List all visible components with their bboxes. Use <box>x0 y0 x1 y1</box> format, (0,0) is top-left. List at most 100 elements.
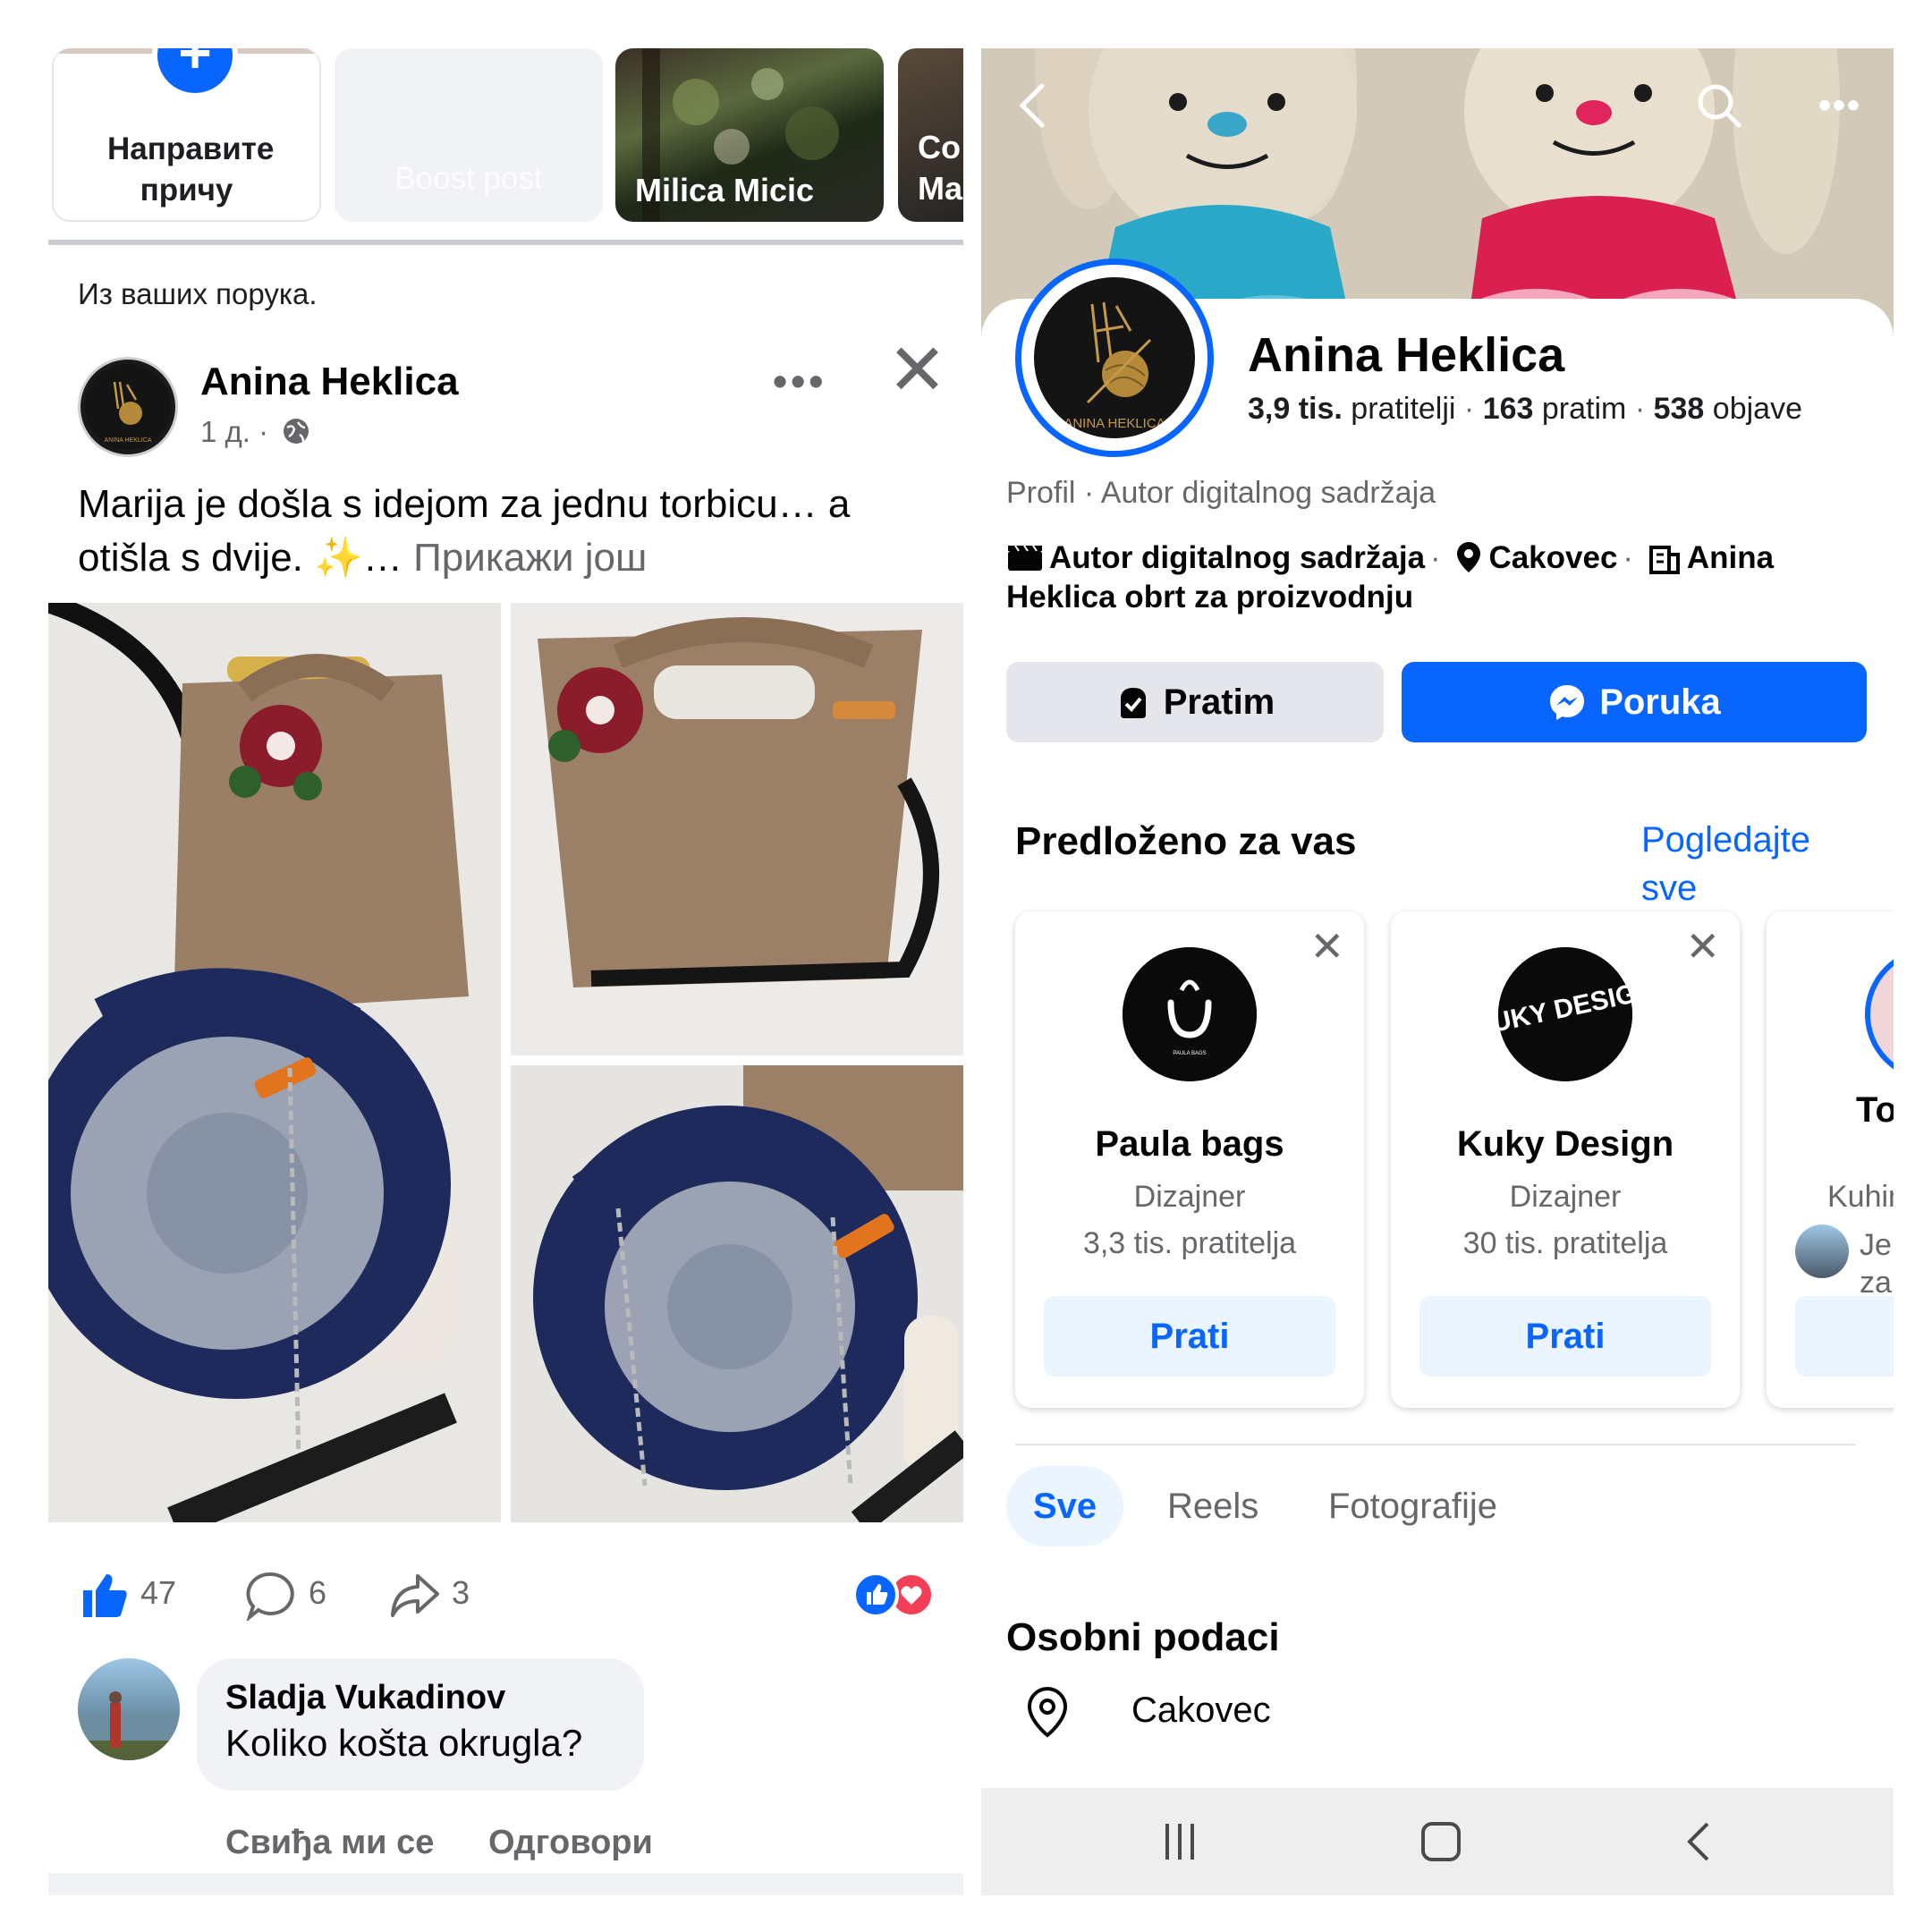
detail-creator: Autor digitalnog sadržaja <box>1049 540 1426 575</box>
system-navigation-bar <box>981 1788 1894 1895</box>
comment-bubble: Sladja Vukadinov Koliko košta okrugla? <box>197 1658 644 1791</box>
svg-text:ANINA HEKLICA: ANINA HEKLICA <box>1063 416 1165 431</box>
profile-panel: ••• ANINA HEKLICA Anina Heklica 3,9 tis.… <box>981 48 1894 1895</box>
profile-logo: ANINA HEKLICA <box>1034 277 1195 438</box>
suggestion-followers: 3,3 tis. pratitelja <box>1082 1226 1297 1260</box>
profile-details: Autor digitalnog sadržaja · Cakovec · Anin… <box>1006 540 1775 614</box>
plus-icon[interactable]: + <box>152 48 238 98</box>
dismiss-icon[interactable]: ✕ <box>1309 922 1344 970</box>
location-icon <box>1457 541 1481 572</box>
detail-city[interactable]: Cakovec <box>1488 540 1617 575</box>
follow-button[interactable]: Prati <box>1044 1296 1335 1377</box>
following-count[interactable]: 163 <box>1483 392 1534 426</box>
search-icon[interactable] <box>1694 80 1744 131</box>
post-photo-1[interactable] <box>48 603 501 1522</box>
more-icon[interactable]: ••• <box>1818 86 1861 126</box>
comment-count: 6 <box>309 1574 327 1611</box>
mutual-avatar <box>1795 1224 1849 1278</box>
post-photo-grid[interactable] <box>48 603 963 1522</box>
post-text: Marija je došla s idejom za jednu torbic… <box>78 478 936 585</box>
svg-text:ANINA HEKLICA: ANINA HEKLICA <box>105 437 152 444</box>
story-create-label: Направите причу <box>107 131 275 208</box>
tab-photos[interactable]: Fotografije <box>1301 1466 1524 1546</box>
messenger-icon <box>1550 685 1585 720</box>
post-author-avatar[interactable]: ANINA HEKLICA <box>78 357 178 457</box>
story-partial-card[interactable]: Co Ma <box>898 48 963 222</box>
feed-bottom-spacer <box>48 1873 963 1895</box>
tab-reels[interactable]: Reels <box>1140 1466 1285 1546</box>
post-photo-3[interactable] <box>511 1065 963 1522</box>
suggestion-name[interactable]: Kuky Design <box>1391 1124 1740 1165</box>
share-count: 3 <box>452 1574 470 1611</box>
suggestion-card-partial[interactable]: To Kuhin Je zai <box>1767 911 1894 1408</box>
following-button[interactable]: Pratim <box>1006 662 1384 742</box>
suggestion-name[interactable]: To <box>1856 1090 1894 1131</box>
profile-stats: 3,9 tis. pratitelji · 163 pratim · 538 o… <box>1248 392 1802 426</box>
profile-name: Anina Heklica <box>1248 328 1565 382</box>
story-boost-label: Boost post <box>394 161 543 196</box>
post-photo-2[interactable] <box>511 603 963 1055</box>
share-icon[interactable] <box>389 1572 441 1619</box>
tab-all[interactable]: Sve <box>1006 1466 1124 1546</box>
following-label: pratim <box>1541 392 1627 426</box>
story-milica-card[interactable]: Milica Micic <box>615 48 884 222</box>
building-icon <box>1648 545 1680 574</box>
more-icon[interactable]: ••• <box>773 357 826 405</box>
kuky-design-logo: KUKY DESIGN <box>1498 947 1632 1081</box>
story-partial-label: Co Ma <box>918 129 963 207</box>
posts-label: objave <box>1712 392 1802 426</box>
reaction-bar: 47 6 3 <box>78 1569 936 1623</box>
profile-picture[interactable]: ANINA HEKLICA <box>1015 258 1214 457</box>
followers-label: pratitelji <box>1351 392 1456 426</box>
like-icon[interactable] <box>78 1569 130 1621</box>
comment-like-button[interactable]: Свиђа ми се <box>225 1824 434 1861</box>
news-feed-panel: + Направите причу Boost post Milica Mici… <box>48 48 963 1895</box>
anina-logo-icon: ANINA HEKLICA <box>85 364 171 450</box>
recent-apps-icon[interactable] <box>1160 1815 1199 1868</box>
comment-icon[interactable] <box>246 1571 296 1621</box>
clapper-icon <box>1008 545 1042 571</box>
following-label: Pratim <box>1163 682 1275 722</box>
back-icon[interactable] <box>1015 80 1051 131</box>
suggestion-name[interactable]: Paula bags <box>1015 1124 1364 1165</box>
profile-category: Profil · Autor digitalnog sadržaja <box>1006 476 1436 510</box>
reaction-summary-icon[interactable] <box>849 1569 938 1621</box>
message-button[interactable]: Poruka <box>1402 662 1867 742</box>
paula-bags-logo: PAULA BAGS <box>1123 947 1257 1081</box>
message-label: Poruka <box>1599 682 1721 722</box>
paula-bags-logo-icon: PAULA BAGS <box>1123 947 1257 1081</box>
suggestion-category: Kuhin <box>1827 1180 1894 1214</box>
suggestion-category: Dizajner <box>1133 1180 1246 1214</box>
nav-back-icon[interactable] <box>1679 1815 1718 1868</box>
commenter-avatar[interactable] <box>78 1658 180 1760</box>
suggestion-mutual: Je zai <box>1860 1228 1894 1300</box>
story-create-card[interactable]: + Направите причу <box>52 48 321 222</box>
comment-text: Koliko košta okrugla? <box>225 1722 583 1764</box>
post-context-label: Из ваших порука. <box>78 277 318 310</box>
follow-button[interactable]: Prati <box>1419 1296 1711 1377</box>
dismiss-icon[interactable]: ✕ <box>1685 922 1720 970</box>
location-icon <box>1027 1686 1068 1738</box>
suggestions-title: Predloženo za vas <box>1015 819 1357 863</box>
story-milica-label: Milica Micic <box>635 172 815 208</box>
comment-actions: Свиђа ми се Одговори <box>225 1824 698 1862</box>
section-divider <box>1015 1444 1856 1445</box>
home-icon[interactable] <box>1418 1815 1464 1868</box>
see-all-link[interactable]: Pogledajte sve <box>1641 816 1838 912</box>
followers-count[interactable]: 3,9 tis. <box>1248 392 1343 426</box>
suggestion-card[interactable]: ✕ PAULA BAGS Paula bags Dizajner 3,3 tis… <box>1015 911 1364 1408</box>
suggestion-card[interactable]: ✕ KUKY DESIGN Kuky Design Dizajner 30 ti… <box>1391 911 1740 1408</box>
comment-reply-button[interactable]: Одговори <box>488 1824 653 1861</box>
close-icon[interactable]: ✕ <box>887 335 947 406</box>
personal-info-title: Osobni podaci <box>1006 1615 1280 1659</box>
photo-crochet-bags-2 <box>511 603 963 1055</box>
post-author-name[interactable]: Anina Heklica <box>200 360 459 404</box>
commenter-photo <box>78 1691 180 1760</box>
paula-logo-text: PAULA BAGS <box>1173 1051 1206 1056</box>
see-more-link[interactable]: Прикажи још <box>413 536 647 580</box>
comment-author[interactable]: Sladja Vukadinov <box>225 1676 615 1719</box>
follow-button[interactable] <box>1795 1296 1894 1377</box>
photo-crochet-bags-3 <box>511 1065 963 1522</box>
story-boost-card[interactable]: Boost post <box>335 48 603 222</box>
suggestion-category: Dizajner <box>1509 1180 1622 1214</box>
